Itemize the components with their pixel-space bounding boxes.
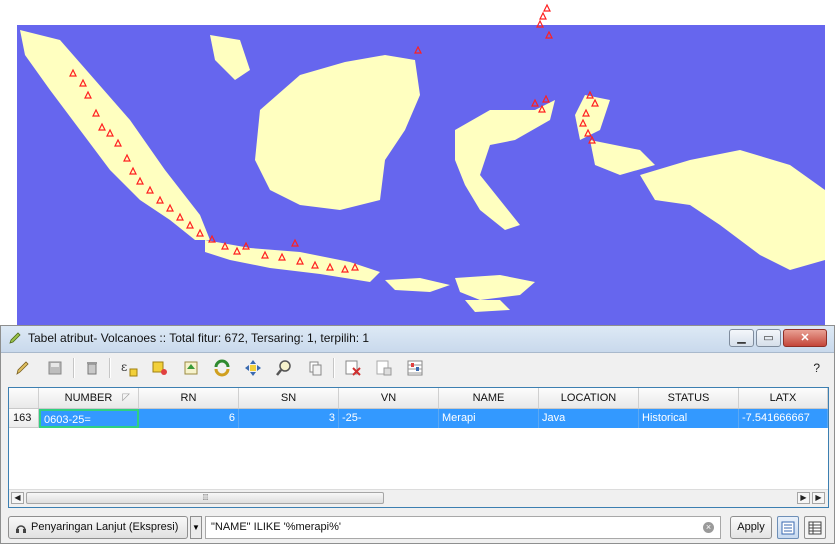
column-header[interactable]: LATX xyxy=(739,388,828,408)
move-selection-top-button[interactable] xyxy=(180,357,202,379)
delete-selected-button[interactable] xyxy=(81,357,103,379)
chevron-down-icon: ▼ xyxy=(192,523,200,532)
cell-status[interactable]: Historical xyxy=(639,409,739,428)
table-view-icon xyxy=(808,521,822,534)
new-column-icon xyxy=(376,360,392,376)
map-canvas[interactable] xyxy=(0,0,837,330)
filter-dropdown-button[interactable]: ▼ xyxy=(190,516,202,539)
delete-column-button[interactable] xyxy=(342,357,364,379)
title-bar[interactable]: Tabel atribut- Volcanoes :: Total fitur:… xyxy=(1,326,834,353)
filter-bar: Penyaringan Lanjut (Ekspresi) ▼ "NAME" I… xyxy=(1,514,834,542)
app-pencil-icon xyxy=(9,332,21,344)
clear-icon[interactable]: × xyxy=(703,522,714,533)
column-header[interactable]: NAME xyxy=(439,388,539,408)
cell-latx[interactable]: -7.541666667 xyxy=(739,409,828,428)
close-icon: ✕ xyxy=(800,332,810,344)
cell-vn[interactable]: -25- xyxy=(339,409,439,428)
copy-rows-button[interactable] xyxy=(304,357,326,379)
organize-columns-icon xyxy=(407,360,423,376)
filter-expression-input[interactable]: "NAME" ILIKE '%merapi%' × xyxy=(205,516,721,539)
maximize-icon: ▭ xyxy=(763,332,774,344)
scroll-right-end-button[interactable]: ▶ xyxy=(812,492,825,504)
column-header[interactable]: LOCATION xyxy=(539,388,639,408)
cell-number[interactable]: 0603-25= xyxy=(39,409,139,428)
scroll-thumb[interactable]: ⁞⁞⁞⁞ xyxy=(26,492,384,504)
scroll-left-button[interactable]: ◀ xyxy=(11,492,24,504)
cell-location[interactable]: Java xyxy=(539,409,639,428)
column-header[interactable]: VN xyxy=(339,388,439,408)
field-calculator-button[interactable]: ε xyxy=(118,357,140,379)
window-title: Tabel atribut- Volcanoes :: Total fitur:… xyxy=(28,331,370,345)
column-header[interactable]: SN xyxy=(239,388,339,408)
toolbar: ε ? xyxy=(1,353,834,383)
pan-to-selection-icon xyxy=(245,360,261,376)
attribute-table[interactable]: NUMBER ◸ RN SN VN NAME LOCATION STATUS LA… xyxy=(8,387,829,508)
advanced-filter-label: Penyaringan Lanjut (Ekspresi) xyxy=(31,521,179,533)
cell-sn[interactable]: 3 xyxy=(239,409,339,428)
arrow-left-icon: ◀ xyxy=(14,493,21,502)
advanced-filter-button[interactable]: Penyaringan Lanjut (Ekspresi) xyxy=(8,516,188,539)
scroll-right-button[interactable]: ▶ xyxy=(797,492,810,504)
toggle-editing-button[interactable] xyxy=(11,357,33,379)
arrow-right-icon: ▶ xyxy=(815,493,822,502)
zoom-to-selection-icon xyxy=(276,360,291,376)
apply-button[interactable]: Apply xyxy=(730,516,772,539)
form-view-button[interactable] xyxy=(777,516,799,539)
svg-text:ε: ε xyxy=(121,360,127,374)
table-row[interactable]: 163 0603-25= 6 3 -25- Merapi Java Histor… xyxy=(9,409,828,428)
table-header: NUMBER ◸ RN SN VN NAME LOCATION STATUS LA… xyxy=(9,388,828,409)
column-header[interactable]: STATUS xyxy=(639,388,739,408)
copy-icon xyxy=(309,361,322,376)
select-expression-icon xyxy=(152,361,167,375)
invert-selection-icon xyxy=(214,359,230,377)
minimize-icon: ▁ xyxy=(737,332,746,344)
pan-to-selection-button[interactable] xyxy=(242,357,264,379)
invert-selection-button[interactable] xyxy=(211,357,233,379)
zoom-to-selection-button[interactable] xyxy=(273,357,295,379)
field-calculator-icon: ε xyxy=(121,360,138,377)
row-number[interactable]: 163 xyxy=(9,409,39,428)
table-view-button[interactable] xyxy=(804,516,826,539)
delete-icon xyxy=(87,362,97,375)
pencil-edit-icon xyxy=(16,361,29,375)
maximize-button[interactable]: ▭ xyxy=(756,329,781,347)
horizontal-scrollbar[interactable]: ◀ ⁞⁞⁞⁞ ▶ ▶ xyxy=(9,489,828,507)
help-button[interactable]: ? xyxy=(813,361,820,375)
select-by-expression-button[interactable] xyxy=(149,357,171,379)
minimize-button[interactable]: ▁ xyxy=(729,329,754,347)
corner-cell[interactable] xyxy=(9,388,39,408)
new-column-button[interactable] xyxy=(373,357,395,379)
attribute-table-window: Tabel atribut- Volcanoes :: Total fitur:… xyxy=(0,325,835,544)
sort-indicator-icon: ◸ xyxy=(122,392,130,403)
form-view-icon xyxy=(781,521,795,534)
filter-expression-text: "NAME" ILIKE '%merapi%' xyxy=(211,521,341,533)
save-icon xyxy=(48,361,62,375)
delete-column-icon xyxy=(345,360,361,376)
close-button[interactable]: ✕ xyxy=(783,329,827,347)
arrow-right-icon: ▶ xyxy=(800,493,807,502)
column-header[interactable]: NUMBER ◸ xyxy=(39,388,139,408)
cell-name[interactable]: Merapi xyxy=(439,409,539,428)
headphones-filter-icon xyxy=(16,525,26,533)
move-top-icon xyxy=(184,361,198,375)
column-header[interactable]: RN xyxy=(139,388,239,408)
cell-rn[interactable]: 6 xyxy=(139,409,239,428)
save-edits-button[interactable] xyxy=(44,357,66,379)
organize-columns-button[interactable] xyxy=(404,357,426,379)
